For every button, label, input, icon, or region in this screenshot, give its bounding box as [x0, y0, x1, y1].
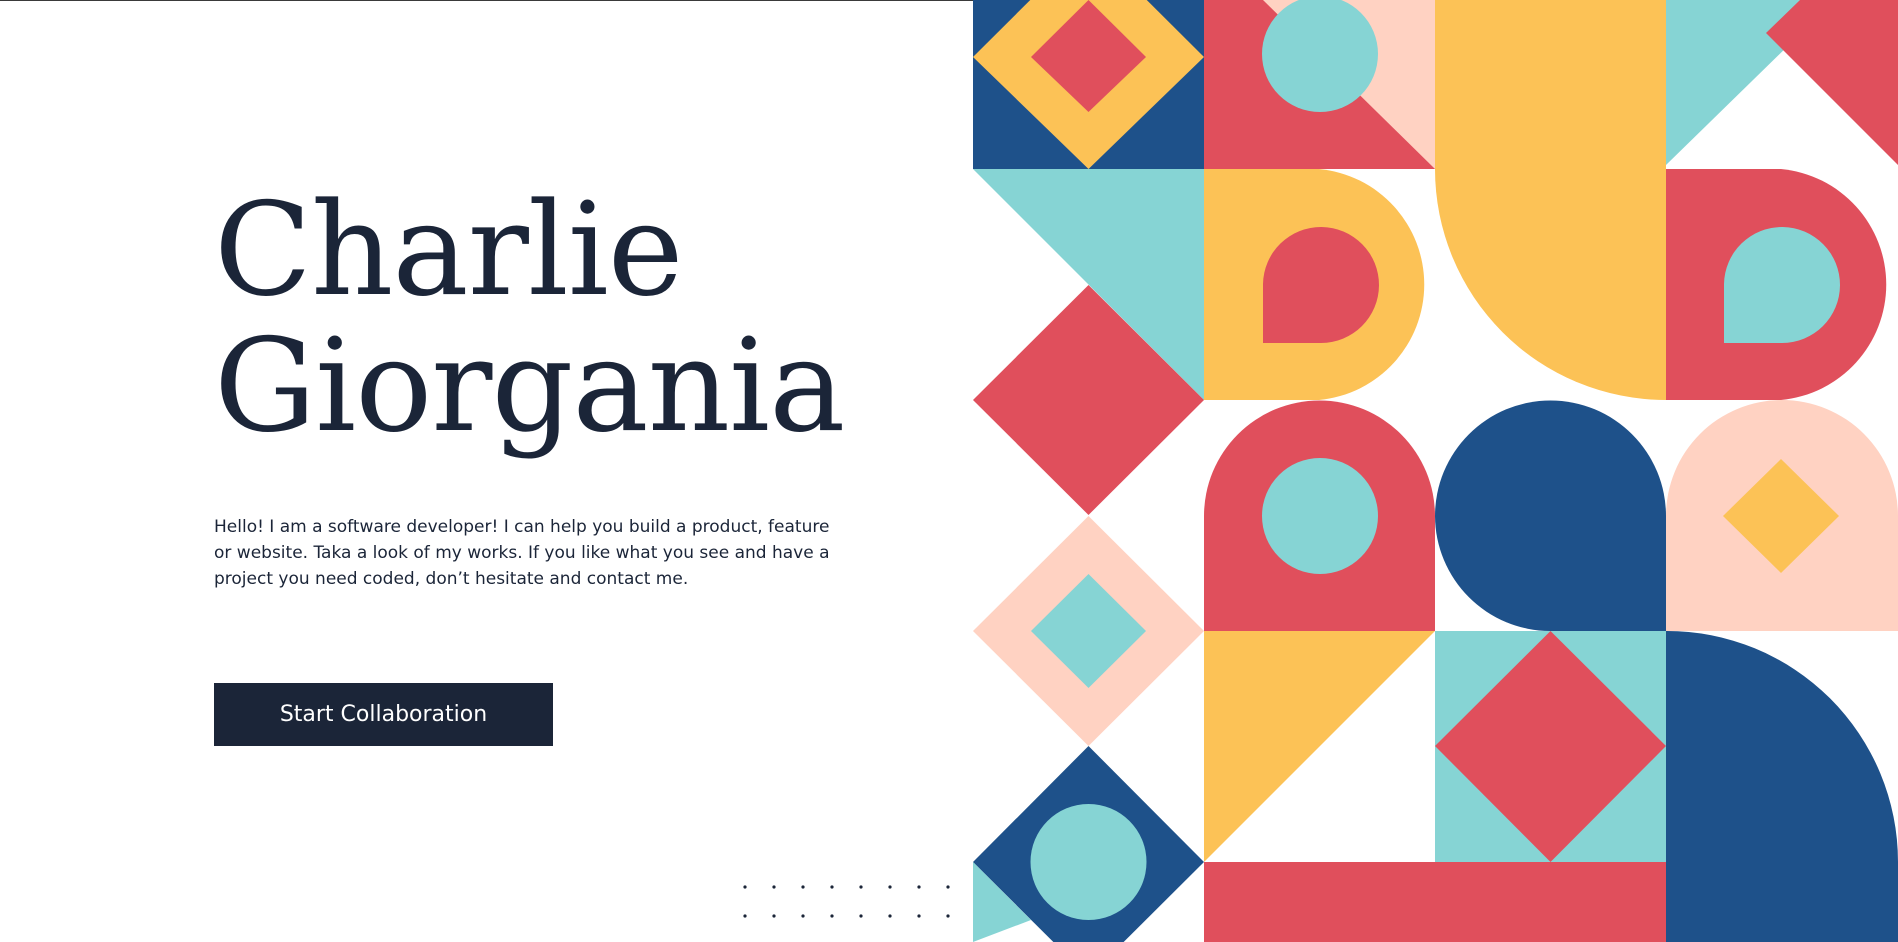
tile-peach-yellow-diamond — [1666, 400, 1898, 631]
tile-red-triangle-circle — [1204, 0, 1435, 169]
tile-red-circle-arch — [1204, 400, 1435, 631]
tile-blue-circle-diamond — [973, 746, 1204, 942]
hero-page: Charlie Giorgania Hello! I am a software… — [0, 0, 1898, 942]
tile-teal-red-diamond — [973, 169, 1204, 515]
hero-description: Hello! I am a software developer! I can … — [214, 517, 830, 589]
hero-name: Charlie Giorgania — [214, 176, 845, 461]
tile-yellow-half-circle — [1435, 0, 1666, 400]
tile-blue-diamond — [973, 0, 1204, 169]
tile-blue-quarter-circle — [1666, 630, 1898, 942]
top-divider — [0, 0, 973, 1]
tile-peach-diamond — [973, 516, 1204, 746]
tile-yellow-triangle — [1204, 631, 1435, 862]
hero-name-first: Charlie — [214, 176, 684, 325]
tile-red-drop — [1666, 169, 1887, 400]
tile-teal-triangles — [1666, 0, 1898, 165]
start-collaboration-button[interactable]: Start Collaboration — [214, 683, 553, 746]
tile-yellow-drop — [1204, 169, 1425, 400]
tile-blue-arch — [1435, 400, 1666, 631]
tile-teal-red-diamond-2 — [1435, 631, 1666, 862]
geometric-pattern-artwork — [973, 0, 1898, 942]
hero-name-last: Giorgania — [214, 312, 845, 461]
dot-grid-decoration — [743, 885, 950, 918]
tile-red-semicircle — [1204, 862, 1666, 942]
